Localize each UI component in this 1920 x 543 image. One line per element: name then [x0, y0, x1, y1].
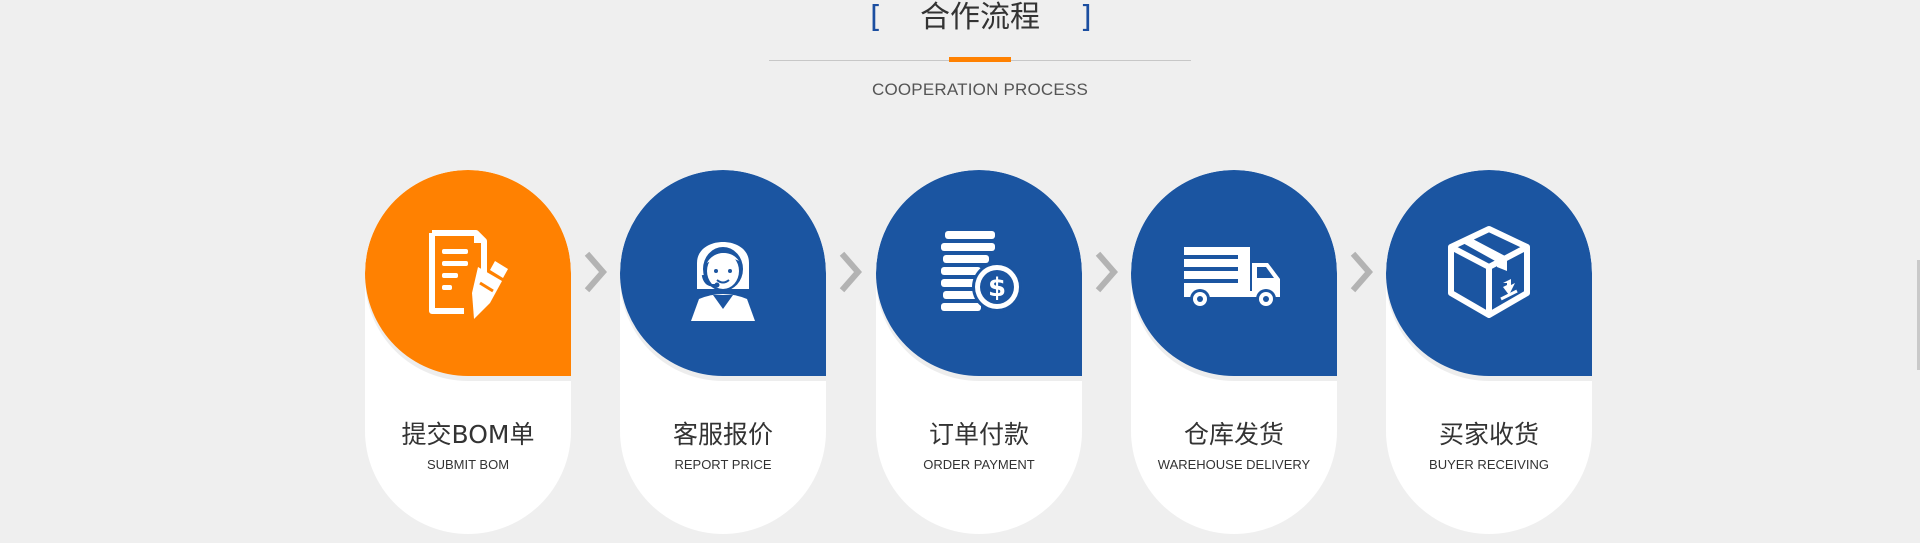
section-subtitle: COOPERATION PROCESS: [871, 80, 1089, 99]
title-divider-accent: [949, 57, 1011, 62]
step-label-en: SUBMIT BOM: [426, 457, 510, 472]
step-card: $ 订单付款 ORDER PAYMENT: [876, 170, 1082, 534]
step-label-en: REPORT PRICE: [674, 457, 772, 472]
step-card: 提交BOM单 SUBMIT BOM: [365, 170, 571, 534]
chevron-right-icon: [1092, 250, 1122, 294]
section-header: [ 合作流程 ] COOPERATION PROCESS: [0, 0, 1920, 110]
title-bracket-left: [: [870, 0, 882, 35]
process-step-order-payment[interactable]: $ 订单付款 ORDER PAYMENT: [876, 170, 1082, 534]
step-icon-badge: [1386, 170, 1592, 376]
step-card: 客服报价 REPORT PRICE: [620, 170, 826, 534]
step-icon-badge: [1131, 170, 1337, 376]
process-steps: 提交BOM单 SUBMIT BOM 客服报价 REPORT PRICE $ 订单…: [0, 170, 1920, 540]
step-label-en: BUYER RECEIVING: [1429, 457, 1549, 472]
step-label-cn: 订单付款: [928, 420, 1029, 449]
customer-service-agent-icon: [673, 223, 773, 323]
step-label-cn: 仓库发货: [1183, 420, 1284, 449]
step-label-cn: 客服报价: [672, 420, 773, 449]
process-step-buyer-receiving[interactable]: 买家收货 BUYER RECEIVING: [1386, 170, 1592, 534]
step-label-en: WAREHOUSE DELIVERY: [1157, 457, 1311, 472]
title-row: [ 合作流程 ]: [0, 0, 1920, 40]
step-label-cn: 提交BOM单: [401, 420, 535, 449]
step-label-en: ORDER PAYMENT: [923, 457, 1035, 472]
chevron-right-icon: [581, 250, 611, 294]
chevron-right-icon: [1347, 250, 1377, 294]
step-card: 买家收货 BUYER RECEIVING: [1386, 170, 1592, 534]
process-step-warehouse-delivery[interactable]: 仓库发货 WAREHOUSE DELIVERY: [1131, 170, 1337, 534]
process-step-report-price[interactable]: 客服报价 REPORT PRICE: [620, 170, 826, 534]
document-pen-icon: [418, 223, 518, 323]
package-box-icon: [1439, 223, 1539, 323]
step-icon-badge: [620, 170, 826, 376]
svg-text:$: $: [988, 273, 1006, 303]
process-step-submit-bom[interactable]: 提交BOM单 SUBMIT BOM: [365, 170, 571, 534]
section-title: 合作流程: [920, 0, 1040, 35]
step-icon-badge: [365, 170, 571, 376]
step-card: 仓库发货 WAREHOUSE DELIVERY: [1131, 170, 1337, 534]
step-label-cn: 买家收货: [1438, 420, 1539, 449]
coins-dollar-icon: $: [929, 223, 1029, 323]
step-icon-badge: $: [876, 170, 1082, 376]
delivery-truck-icon: [1184, 223, 1284, 323]
chevron-right-icon: [836, 250, 866, 294]
title-bracket-right: ]: [1080, 0, 1092, 35]
